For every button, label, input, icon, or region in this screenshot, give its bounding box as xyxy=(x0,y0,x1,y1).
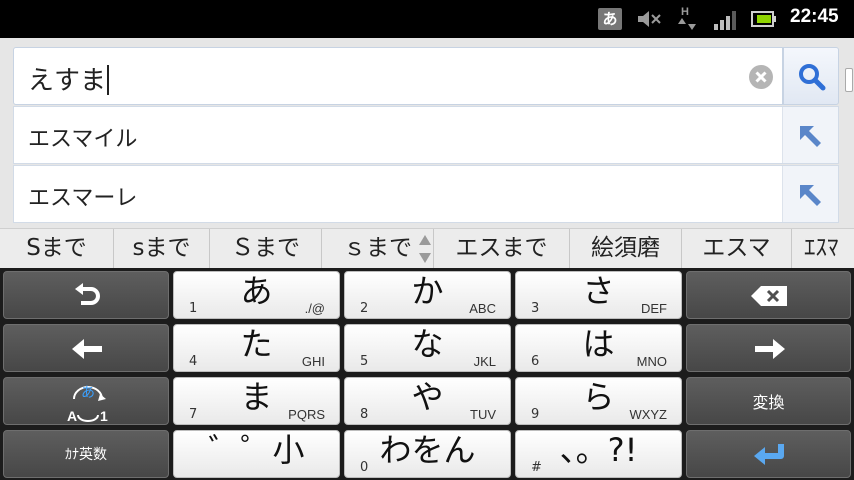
kana-eisu-key[interactable]: ｶﾅ英数 xyxy=(3,430,169,478)
candidate-item[interactable]: ｴｽﾏ xyxy=(792,229,854,268)
arrow-up-left-icon xyxy=(800,185,821,206)
candidate-item[interactable]: sまで xyxy=(114,229,210,268)
clock: 22:45 xyxy=(790,6,839,27)
suggestion-text: エスマーレ xyxy=(28,186,138,211)
search-area: えすま エスマイル エスマーレ xyxy=(0,38,854,228)
kana-key-ma[interactable]: ま 7 PQRS xyxy=(173,377,340,425)
backspace-key[interactable] xyxy=(686,271,851,319)
suggestion-item[interactable]: エスマーレ xyxy=(13,165,839,223)
convert-key[interactable]: 変換 xyxy=(686,377,851,425)
arrow-up-left-icon xyxy=(800,126,821,147)
svg-text:H: H xyxy=(681,6,689,18)
punctuation-key[interactable]: 、。?! # xyxy=(515,430,682,478)
conversion-candidates: Sまで sまで Ｓまで ｓまで エスまで 絵須磨 エスマ ｴｽﾏ xyxy=(0,228,854,268)
search-input[interactable]: えすま xyxy=(13,47,783,105)
cursor-right-key[interactable] xyxy=(686,324,851,372)
kana-key-wa[interactable]: わをん 0 xyxy=(344,430,511,478)
search-icon xyxy=(799,64,826,91)
fill-query-button[interactable] xyxy=(782,107,838,163)
mode-switch-icon: あ A 1 xyxy=(67,385,108,423)
text-caret xyxy=(107,65,110,95)
backspace-icon xyxy=(751,286,787,306)
search-button[interactable] xyxy=(783,47,839,105)
battery-icon xyxy=(751,11,776,27)
arrow-right-icon xyxy=(755,339,785,359)
svg-text:あ: あ xyxy=(81,385,95,401)
undo-key[interactable] xyxy=(3,271,169,319)
keyboard: あ 1 ./@ か 2 ABC さ 3 DEF た 4 GHI な 5 JKL … xyxy=(0,268,854,480)
kana-key-ta[interactable]: た 4 GHI xyxy=(173,324,340,372)
undo-icon xyxy=(75,283,100,305)
kana-key-na[interactable]: な 5 JKL xyxy=(344,324,511,372)
cursor-left-key[interactable] xyxy=(3,324,169,372)
input-mode-toggle-key[interactable]: あ A 1 xyxy=(3,377,169,425)
kana-key-ya[interactable]: や 8 TUV xyxy=(344,377,511,425)
enter-key[interactable] xyxy=(686,430,851,478)
signal-icon xyxy=(714,11,736,30)
candidate-item[interactable]: エスマ xyxy=(682,229,792,268)
suggestion-text: エスマイル xyxy=(28,127,138,152)
arrow-left-icon xyxy=(72,339,102,359)
status-bar: あ H 22:45 xyxy=(0,0,854,38)
ime-indicator: あ xyxy=(598,8,622,30)
kana-key-ra[interactable]: ら 9 WXYZ xyxy=(515,377,682,425)
candidate-item[interactable]: Ｓまで xyxy=(210,229,322,268)
candidate-item[interactable]: 絵須磨 xyxy=(570,229,682,268)
scrollbar[interactable] xyxy=(845,68,853,92)
clear-icon[interactable] xyxy=(749,65,773,89)
fill-query-button[interactable] xyxy=(782,166,838,222)
suggestion-item[interactable]: エスマイル xyxy=(13,106,839,164)
expand-candidates-icon[interactable] xyxy=(418,233,432,265)
kana-key-ha[interactable]: は 6 MNO xyxy=(515,324,682,372)
dakuten-small-key[interactable]: ゛゜小 xyxy=(173,430,340,478)
svg-text:A: A xyxy=(67,408,77,423)
enter-icon xyxy=(754,444,784,465)
candidate-item[interactable]: Sまで xyxy=(0,229,114,268)
kana-key-a[interactable]: あ 1 ./@ xyxy=(173,271,340,319)
svg-text:1: 1 xyxy=(100,408,108,423)
hspa-data-icon: H xyxy=(678,6,696,30)
search-query: えすま xyxy=(28,60,110,97)
kana-key-sa[interactable]: さ 3 DEF xyxy=(515,271,682,319)
candidate-item[interactable]: エスまで xyxy=(434,229,570,268)
kana-key-ka[interactable]: か 2 ABC xyxy=(344,271,511,319)
mute-icon xyxy=(638,11,661,27)
